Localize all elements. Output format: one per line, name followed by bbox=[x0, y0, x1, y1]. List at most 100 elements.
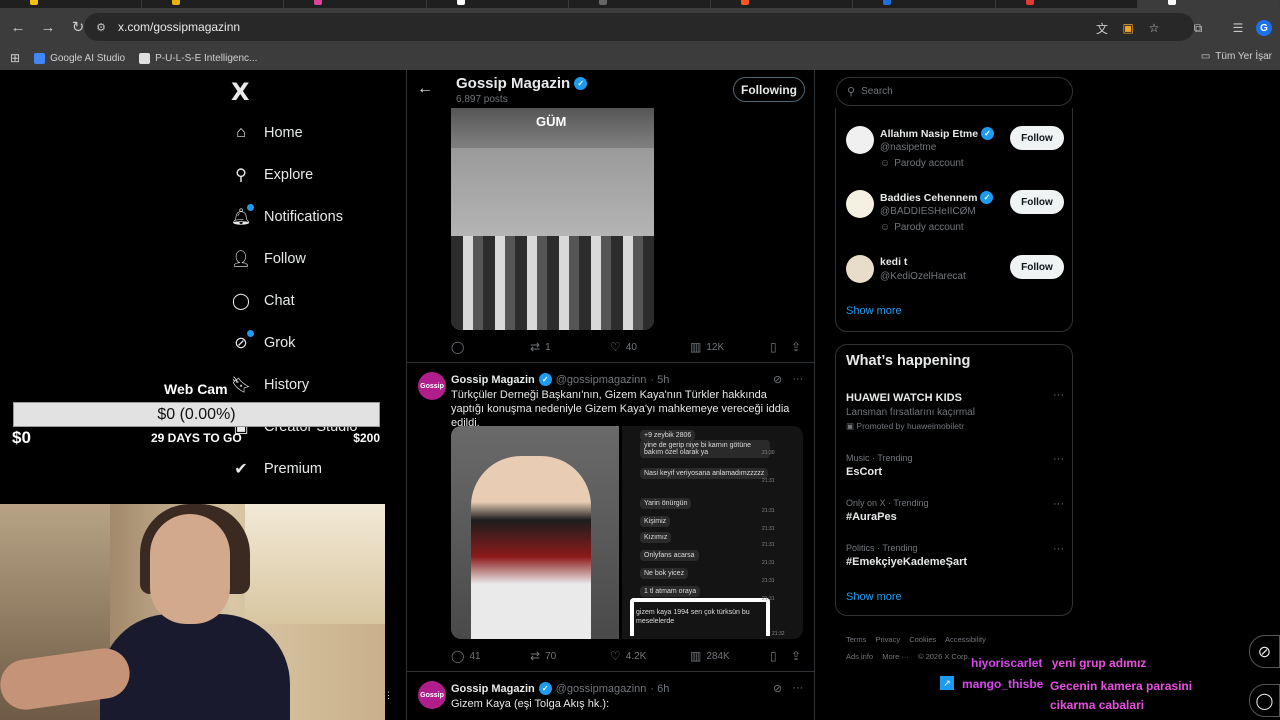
user-avatar[interactable] bbox=[846, 126, 874, 154]
goal-amount: $0 (0.00%) bbox=[157, 406, 236, 423]
more-options-icon[interactable]: ··· bbox=[792, 373, 803, 386]
follow-suggestion[interactable]: Baddies Cehennem ✓ @BADDIESHeIICØM ☺ Parod… bbox=[846, 190, 1064, 240]
show-more-link[interactable]: Show more bbox=[846, 591, 902, 603]
chat-username: mango_thisbe bbox=[962, 677, 1044, 691]
all-bookmarks[interactable]: ▭ Tüm Yer İşar bbox=[1201, 51, 1272, 62]
search-input[interactable]: ⚲ Search bbox=[836, 77, 1073, 106]
share-button[interactable]: ⇪ bbox=[791, 649, 801, 663]
site-settings-icon[interactable]: ⚙ bbox=[94, 20, 108, 34]
sidebar-item-notifications[interactable]: 🔔︎ Notifications bbox=[230, 202, 343, 232]
tweet-author-name[interactable]: Gossip Magazin bbox=[451, 374, 535, 386]
bookmark-pulse[interactable]: P-U-L-S-E Intelligenc... bbox=[139, 52, 257, 64]
sidebar-item-premium[interactable]: ✔ Premium bbox=[230, 454, 322, 484]
more-options-icon[interactable]: ··· bbox=[792, 682, 803, 695]
browser-tab[interactable] bbox=[711, 0, 854, 8]
browser-tab[interactable] bbox=[284, 0, 427, 8]
media-caption: GÜM bbox=[536, 114, 567, 129]
extension-icon[interactable]: ▣ bbox=[1120, 20, 1136, 36]
more-options-icon[interactable]: ··· bbox=[1053, 389, 1064, 401]
tweet-media-chat-screenshot[interactable]: gizem kaya 1994 sen çok türksün bu mesel… bbox=[622, 426, 803, 639]
chat-bubble: Onlyfans acarsa bbox=[640, 550, 699, 561]
follow-icon: 👤︎ bbox=[230, 251, 252, 268]
tweet-media-stadium[interactable]: GÜM bbox=[451, 108, 654, 330]
translate-icon[interactable]: 文 bbox=[1094, 20, 1110, 36]
browser-tab[interactable] bbox=[0, 0, 143, 8]
browser-tab[interactable] bbox=[996, 0, 1138, 8]
tweet-author-handle[interactable]: @gossipmagazinn bbox=[556, 374, 647, 386]
like-button[interactable]: ♡ 40 bbox=[610, 340, 637, 354]
more-options-icon[interactable]: ··· bbox=[1053, 498, 1064, 510]
x-logo-icon[interactable]: X bbox=[231, 78, 250, 106]
sidebar-item-follow[interactable]: 👤︎ Follow bbox=[230, 244, 306, 274]
grok-floating-icon[interactable]: ⊘ bbox=[1249, 635, 1280, 668]
chat-bubble: Yarin önürgün bbox=[640, 498, 692, 509]
reply-button[interactable]: ◯ bbox=[451, 340, 469, 354]
address-bar[interactable]: ⚙ x.com/gossipmagazinn bbox=[84, 13, 1194, 41]
repost-button[interactable]: ⇄ 1 bbox=[530, 340, 551, 354]
trend-item[interactable]: Politics · Trending #EmekçiyeKademeŞart … bbox=[846, 543, 1064, 568]
back-icon[interactable]: ← bbox=[6, 15, 30, 39]
follow-button[interactable]: Follow bbox=[1010, 126, 1064, 150]
follow-suggestion[interactable]: kedi t @KediOzelHarecat Follow bbox=[846, 255, 1064, 305]
follow-suggestion[interactable]: Allahım Nasip Etme ✓ @nasipetme ☺ Parody a… bbox=[846, 126, 1064, 176]
apps-icon[interactable]: ⊞ bbox=[10, 51, 20, 65]
trend-item[interactable]: Only on X · Trending #AuraPes ··· bbox=[846, 498, 1064, 523]
user-avatar[interactable] bbox=[846, 255, 874, 283]
trend-item[interactable]: HUAWEI WATCH KIDS Lansman fırsatlarını k… bbox=[846, 389, 1064, 432]
share-button[interactable]: ⇪ bbox=[791, 340, 801, 354]
chat-username: hiyoriscarlet bbox=[971, 656, 1043, 670]
tweet-author-handle[interactable]: @gossipmagazinn bbox=[556, 683, 647, 695]
bookmark-google-ai-studio[interactable]: Google AI Studio bbox=[34, 52, 125, 64]
follow-button[interactable]: Follow bbox=[1010, 190, 1064, 214]
tweet-time[interactable]: · 6h bbox=[650, 683, 669, 695]
tweet-media-photo[interactable] bbox=[451, 426, 619, 639]
forward-icon[interactable]: → bbox=[36, 15, 60, 39]
sidebar-item-chat[interactable]: ◯ Chat bbox=[230, 286, 295, 316]
bookmark-star-icon[interactable]: ☆ bbox=[1146, 20, 1162, 36]
profile-avatar[interactable]: G bbox=[1256, 20, 1272, 36]
browser-actions: 文 ▣ ☆ ⧉ ☰ G bbox=[1094, 20, 1272, 36]
views-button[interactable]: ▥ 12K bbox=[690, 340, 724, 354]
reply-button[interactable]: ◯ 41 bbox=[451, 649, 481, 663]
browser-tab[interactable] bbox=[1137, 0, 1280, 8]
sidebar-item-grok[interactable]: ⊘ Grok bbox=[230, 328, 295, 358]
footer-link[interactable]: Cookies bbox=[909, 635, 936, 644]
chat-bubble: Kızımız bbox=[640, 532, 672, 543]
chat-floating-icon[interactable]: ◯ bbox=[1249, 684, 1280, 717]
more-icon[interactable]: ⋮ bbox=[384, 690, 393, 701]
like-button[interactable]: ♡ 4.2K bbox=[610, 649, 646, 663]
grok-explain-icon[interactable]: ⊘ bbox=[773, 682, 782, 695]
more-options-icon[interactable]: ··· bbox=[1053, 453, 1064, 465]
profile-timeline: ← Gossip Magazin ✓ 6,897 posts Following… bbox=[406, 70, 815, 720]
follow-button[interactable]: Follow bbox=[1010, 255, 1064, 279]
footer-link[interactable]: Accessibility bbox=[945, 635, 986, 644]
show-more-link[interactable]: Show more bbox=[846, 305, 902, 317]
browser-tab[interactable] bbox=[569, 0, 712, 8]
tweet-author-name[interactable]: Gossip Magazin bbox=[451, 683, 535, 695]
browser-tab[interactable] bbox=[142, 0, 285, 8]
trend-item[interactable]: Music · Trending EsCort ··· bbox=[846, 453, 1064, 478]
grok-explain-icon[interactable]: ⊘ bbox=[773, 373, 782, 386]
bookmark-button[interactable]: ▯ bbox=[770, 340, 777, 354]
tweet-avatar[interactable]: Gossip bbox=[418, 681, 446, 709]
more-options-icon[interactable]: ··· bbox=[1053, 543, 1064, 555]
back-arrow-icon[interactable]: ← bbox=[417, 80, 433, 98]
views-button[interactable]: ▥ 284K bbox=[690, 649, 730, 663]
footer-link[interactable]: Terms bbox=[846, 635, 866, 644]
sidebar-item-home[interactable]: ⌂ Home bbox=[230, 118, 303, 148]
tab-search-icon[interactable]: ☰ bbox=[1230, 20, 1246, 36]
bookmark-button[interactable]: ▯ bbox=[770, 649, 777, 663]
footer-link[interactable]: Ads info bbox=[846, 652, 873, 661]
repost-button[interactable]: ⇄ 70 bbox=[530, 649, 556, 663]
user-avatar[interactable] bbox=[846, 190, 874, 218]
footer-link[interactable]: Privacy bbox=[876, 635, 901, 644]
browser-tab[interactable] bbox=[853, 0, 996, 8]
following-button[interactable]: Following bbox=[733, 77, 805, 102]
browser-tab[interactable] bbox=[427, 0, 569, 8]
tweet-avatar[interactable]: Gossip bbox=[418, 372, 446, 400]
sidebar-item-explore[interactable]: ⚲ Explore bbox=[230, 160, 313, 190]
tab-favicon-icon bbox=[1025, 0, 1034, 5]
extensions-icon[interactable]: ⧉ bbox=[1190, 20, 1206, 36]
tweet-time[interactable]: · 5h bbox=[650, 374, 669, 386]
footer-link[interactable]: More ··· bbox=[882, 652, 909, 661]
